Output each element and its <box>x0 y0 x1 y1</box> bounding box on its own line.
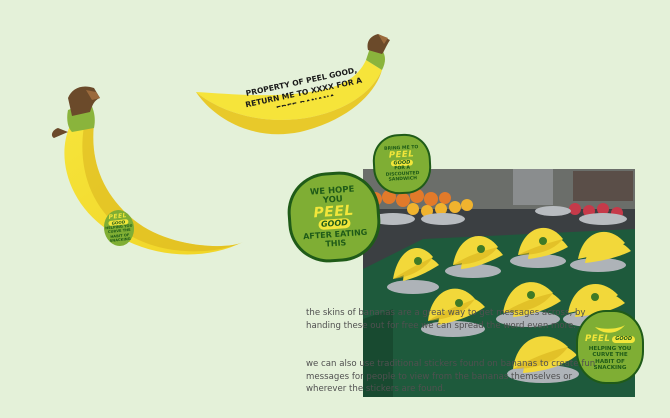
paragraph-text: we can also use traditional stickers fou… <box>306 359 596 395</box>
sticker-bring-me: BRING ME TO PEEL GOOD FOR A DISCOUNTED S… <box>371 132 433 196</box>
sticker-peel-text: PEEL <box>584 334 611 345</box>
sticker-text-line: THIS <box>325 237 347 249</box>
sticker-text-line: SANDWICH <box>388 176 418 183</box>
sticker-line: SNACKING <box>109 236 131 243</box>
sticker-good-text: GOOD <box>612 336 636 344</box>
description-paragraph-2: we can also use traditional stickers fou… <box>306 358 606 396</box>
paragraph-text: the skins of bananas are a great way to … <box>306 308 586 331</box>
sticker-peel-text: PEEL <box>312 202 355 221</box>
description-paragraph-1: the skins of bananas are a great way to … <box>306 307 606 332</box>
